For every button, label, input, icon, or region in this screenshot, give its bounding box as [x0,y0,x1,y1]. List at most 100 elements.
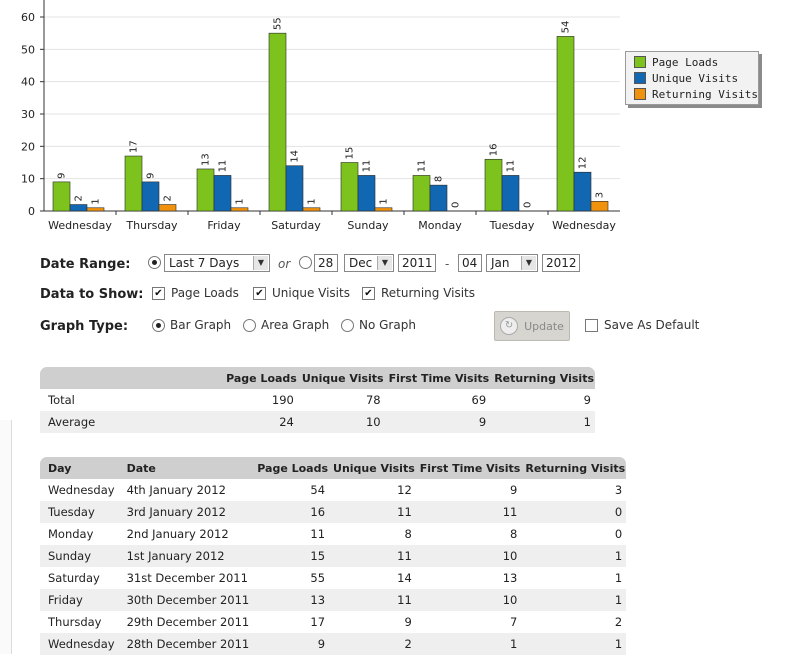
table-cell: 10 [415,589,522,611]
from-day-input[interactable]: 28 [314,254,338,272]
table-cell: 0 [521,501,627,523]
table-cell: 13 [415,567,522,589]
checkbox-checked-icon[interactable]: ✔ [253,286,266,300]
graph-type-none-option[interactable]: No Graph [341,318,416,332]
radio-icon[interactable] [341,318,354,332]
show-unique-visits-option[interactable]: ✔ Unique Visits [253,286,350,300]
table-cell: 17 [253,611,330,633]
bar-unique-visits [357,175,376,212]
option-label: No Graph [359,318,416,332]
y-tick-label: 10 [21,173,35,186]
bar-value-label: 15 [345,147,356,160]
radio-selected-icon[interactable] [152,318,165,332]
bar-value-label: 11 [506,160,517,173]
option-label: Area Graph [261,318,330,332]
table-cell: 11 [415,501,522,523]
checkbox-checked-icon[interactable]: ✔ [362,286,375,300]
update-button[interactable]: ↻ Update [494,311,570,341]
bar-returning-visits [86,207,105,212]
radio-icon[interactable] [243,318,256,332]
bar-unique-visits [213,175,232,212]
bar-value-label: 12 [578,156,589,169]
x-category-label: Tuesday [489,219,535,232]
bar-page-loads [124,155,143,212]
select-value: Jan [491,256,510,270]
checkbox-icon[interactable] [585,318,598,332]
to-year-input[interactable]: 2012 [542,254,580,272]
table-cell: 11 [329,501,416,523]
table-cell: 0 [521,523,627,545]
from-month-select[interactable]: Dec ▼ [344,254,394,272]
bar-value-label: 8 [434,176,445,182]
table-cell: 2 [521,611,627,633]
date-range-custom-radio[interactable] [299,256,312,269]
checkbox-checked-icon[interactable]: ✔ [152,286,165,300]
day-cell: Wednesday [40,479,119,501]
table-cell: 8 [415,523,522,545]
table-cell: 1 [415,633,522,655]
bar-value-label: 17 [129,140,140,153]
x-category-label: Monday [418,219,462,232]
date-cell: 28th December 2011 [118,633,254,655]
graph-type-label: Graph Type: [40,319,129,334]
day-cell: Sunday [40,545,119,567]
table-cell: 11 [253,523,330,545]
option-label: Bar Graph [170,318,232,332]
chevron-down-icon: ▼ [521,256,536,270]
bar-page-loads [340,162,359,212]
column-header: Page Loads [200,367,298,389]
column-header: First Time Visits [384,367,491,389]
row-label: Average [40,411,201,433]
table-cell: 54 [253,479,330,501]
bar-value-label: 54 [561,21,572,34]
to-day-input[interactable]: 04 [458,254,482,272]
day-cell: Wednesday [40,633,119,655]
from-year-input[interactable]: 2011 [398,254,436,272]
bar-value-label: 3 [595,192,606,198]
legend-item-page-loads: Page Loads [626,54,758,70]
save-as-default-option[interactable]: Save As Default [585,318,699,332]
show-returning-visits-option[interactable]: ✔ Returning Visits [362,286,475,300]
table-cell: 9 [415,479,522,501]
bar-value-label: 11 [362,160,373,173]
bar-returning-visits [158,204,177,212]
bar-unique-visits [69,204,88,212]
refresh-icon: ↻ [500,317,519,335]
bar-returning-visits [230,207,249,212]
table-cell: 3 [521,479,627,501]
table-row: Friday 30th December 2011 13 11 10 1 [40,589,627,611]
table-row: Monday 2nd January 2012 11 8 8 0 [40,523,627,545]
bar-unique-visits [501,175,520,212]
graph-type-bar-option[interactable]: Bar Graph [152,318,231,332]
table-cell: 24 [200,411,298,433]
option-label: Page Loads [171,286,239,300]
bar-value-label: 9 [146,173,157,179]
legend-swatch-unique-visits [634,72,646,84]
bar-value-label: 0 [451,202,462,208]
show-page-loads-option[interactable]: ✔ Page Loads [152,286,239,300]
day-cell: Saturday [40,567,119,589]
bar-unique-visits [141,181,160,212]
chevron-down-icon: ▼ [377,256,392,270]
table-row: Wednesday 28th December 2011 9 2 1 1 [40,633,627,655]
table-cell: 2 [329,633,416,655]
column-header: Returning Visits [490,367,595,389]
bar-value-label: 11 [417,160,428,173]
table-cell: 14 [329,567,416,589]
bar-value-label: 11 [218,160,229,173]
table-cell: 15 [253,545,330,567]
date-cell: 3rd January 2012 [118,501,254,523]
x-category-label: Sunday [347,219,389,232]
table-row: Thursday 29th December 2011 17 9 7 2 [40,611,627,633]
date-range-preset-radio[interactable] [148,256,161,269]
left-panel-edge [0,420,12,654]
date-cell: 2nd January 2012 [118,523,254,545]
date-range-preset-select[interactable]: Last 7 Days ▼ [164,254,270,272]
graph-type-area-option[interactable]: Area Graph [243,318,329,332]
to-month-select[interactable]: Jan ▼ [486,254,538,272]
legend-label: Page Loads [652,55,719,69]
chevron-down-icon: ▼ [253,256,268,270]
date-range-label: Date Range: [40,257,131,272]
y-tick-label: 20 [21,140,35,153]
date-cell: 4th January 2012 [118,479,254,501]
